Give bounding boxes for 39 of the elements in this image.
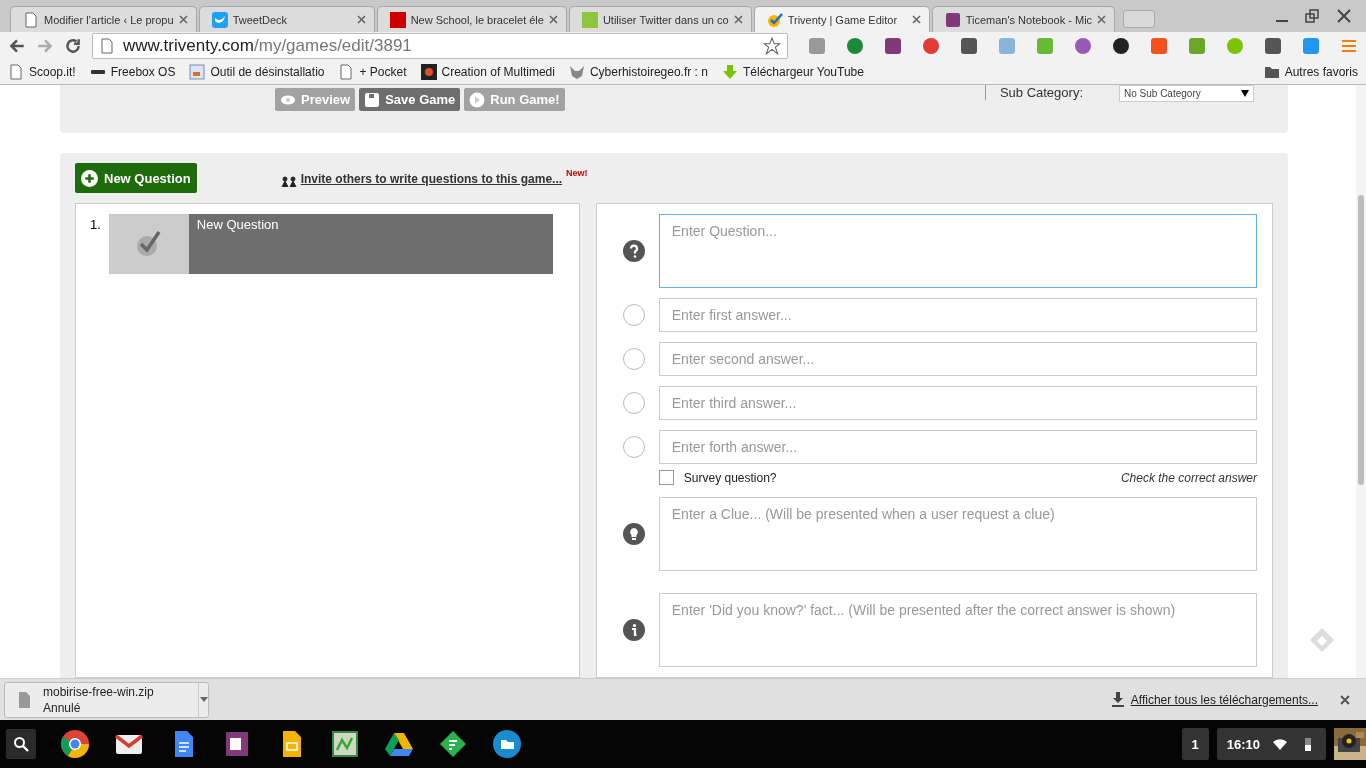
clue-field[interactable]: Enter a Clue... (Will be presented when a user request a clue) [658,497,1257,571]
question-number: 1. [90,217,101,232]
file-name: mobirise-free-win.zip [43,684,155,699]
answer-field[interactable]: Enter forth answer... [658,430,1257,464]
bookmark-folder[interactable]: Autres favoris [1263,64,1358,80]
bookmark[interactable]: Creation of Multimedi [420,64,555,80]
bookmark[interactable]: Freebox OS [89,64,176,80]
browser-tab[interactable]: Triventy | Game Editor [753,6,930,32]
survey-label: Survey question? [683,470,777,485]
bookmark[interactable]: + Pocket [338,64,407,80]
status-area[interactable]: 16:10 [1216,728,1326,760]
invite-link[interactable]: Invite others to write questions to this game... [300,171,563,186]
new-label: New! [566,167,588,178]
question-field[interactable]: Enter Question... [658,214,1257,288]
fact-field[interactable]: Enter 'Did you know?' fact... (Will be presented after the correct answer is shown) [658,593,1257,667]
bookmark[interactable]: Outil de désinstallatio [189,64,325,80]
new-question-button[interactable]: New Question [75,163,197,193]
bookmark[interactable]: Téléchargeur YouTube [721,64,864,80]
download-item[interactable]: mobirise-free-win.zip Annulé [4,681,209,718]
browser-tab[interactable]: Modifier l’article ‹ Le propu [10,6,197,32]
browser-tab[interactable]: New School, le bracelet éle [376,6,567,32]
answer-field[interactable]: Enter third answer... [658,386,1257,420]
answer-field[interactable]: Enter second answer... [658,342,1257,376]
browser-tab[interactable]: TweetDeck [198,6,375,32]
show-all-downloads-link[interactable]: Afficher tous les téléchargements... [1110,691,1318,708]
browser-tab[interactable]: Utiliser Twitter dans un co [568,6,752,32]
question-item[interactable]: New Question [108,214,553,274]
toolbar-button[interactable]: Save Game [359,88,461,111]
sub-category-select[interactable]: No Sub Category [1119,85,1254,102]
bookmark[interactable]: Cyberhistoiregeo.fr : n [568,64,708,80]
question-title: New Question [188,214,553,274]
sub-category-label: Sub Category: [984,85,1083,100]
bookmark[interactable]: Scoop.it! [8,64,76,80]
download-status: Annulé [43,700,82,715]
answer-field[interactable]: Enter first answer... [658,298,1257,332]
correct-answer-hint: Check the correct answer [1120,470,1257,485]
address-bar[interactable]: www.triventy.com/my/games/edit/3891 [92,33,788,59]
browser-tab[interactable]: Ticeman's Notebook - Mic [931,6,1116,32]
notification-count[interactable]: 1 [1181,728,1209,760]
